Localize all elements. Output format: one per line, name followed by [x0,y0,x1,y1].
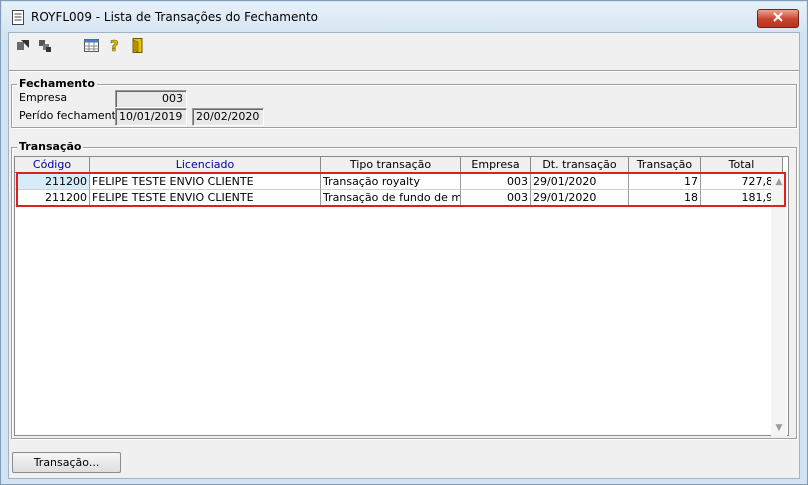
cell-codigo[interactable]: 211200 [15,174,90,190]
cell-transacao[interactable]: 18 [629,190,701,206]
title-bar[interactable]: ROYFL009 - Lista de Transações do Fecham… [2,2,806,32]
form-body: ? Fechamento Empresa 003 Perído fechamen… [9,33,799,478]
select-button[interactable] [15,39,31,55]
cell-empresa[interactable]: 003 [461,174,531,190]
window-title: ROYFL009 - Lista de Transações do Fecham… [31,10,319,24]
close-icon [773,12,783,25]
calendar-grid-icon [83,39,99,55]
fechamento-legend: Fechamento [17,77,97,90]
empresa-field[interactable]: 003 [115,90,187,108]
table-row[interactable]: 211200 FELIPE TESTE ENVIO CLIENTE Transa… [15,174,788,190]
cell-tipo[interactable]: Transação de fundo de mar [321,190,461,206]
app-window: ROYFL009 - Lista de Transações do Fecham… [0,0,808,485]
fechamento-group: Fechamento Empresa 003 Perído fechamento… [11,77,797,128]
periodo-label: Perído fechamento [19,109,123,122]
transacao-grid[interactable]: Código Licenciado Tipo transação Empresa… [14,156,789,436]
cell-transacao[interactable]: 17 [629,174,701,190]
transacao-legend: Transação [17,140,84,153]
cell-licenciado[interactable]: FELIPE TESTE ENVIO CLIENTE [90,174,321,190]
cell-empresa[interactable]: 003 [461,190,531,206]
svg-text:?: ? [110,38,119,53]
cell-codigo[interactable]: 211200 [15,190,90,206]
calendar-button[interactable] [83,39,99,55]
cell-licenciado[interactable]: FELIPE TESTE ENVIO CLIENTE [90,190,321,206]
col-total-header[interactable]: Total [701,157,783,173]
help-button[interactable]: ? [107,37,123,56]
chevron-down-icon: ▼ [775,423,783,433]
toolbar-separator [9,70,799,72]
chevron-up-icon: ▲ [775,177,783,187]
col-transacao-header[interactable]: Transação [629,157,701,173]
grid-header: Código Licenciado Tipo transação Empresa… [15,157,788,173]
cell-tipo[interactable]: Transação royalty [321,174,461,190]
close-button[interactable] [757,9,799,28]
document-icon [11,9,25,25]
col-codigo-header[interactable]: Código [15,157,90,173]
help-icon: ? [109,37,121,56]
exit-door-icon [130,38,144,56]
transacao-button[interactable]: Transação... [12,452,121,473]
col-tipo-header[interactable]: Tipo transação [321,157,461,173]
grid-scrollbar[interactable]: ▲ ▼ [771,174,787,436]
col-empresa-header[interactable]: Empresa [461,157,531,173]
scroll-down-button[interactable]: ▼ [771,420,787,436]
transacao-group: Transação Código Licenciado Tipo transaç… [11,140,797,439]
periodo-inicio-field[interactable]: 10/01/2019 [115,108,187,126]
client-area: ? Fechamento Empresa 003 Perído fechamen… [8,32,800,479]
multi-select-icon [38,39,52,56]
col-licenciado-header[interactable]: Licenciado [90,157,321,173]
select-icon [16,39,30,56]
cell-dt[interactable]: 29/01/2020 [531,190,629,206]
col-dt-header[interactable]: Dt. transação [531,157,629,173]
scroll-up-button[interactable]: ▲ [771,174,787,190]
multi-select-button[interactable] [37,39,53,55]
exit-button[interactable] [129,38,145,56]
toolbar: ? [9,33,799,61]
cell-dt[interactable]: 29/01/2020 [531,174,629,190]
table-row[interactable]: 211200 FELIPE TESTE ENVIO CLIENTE Transa… [15,190,788,206]
empresa-label: Empresa [19,91,68,104]
periodo-fim-field[interactable]: 20/02/2020 [192,108,264,126]
